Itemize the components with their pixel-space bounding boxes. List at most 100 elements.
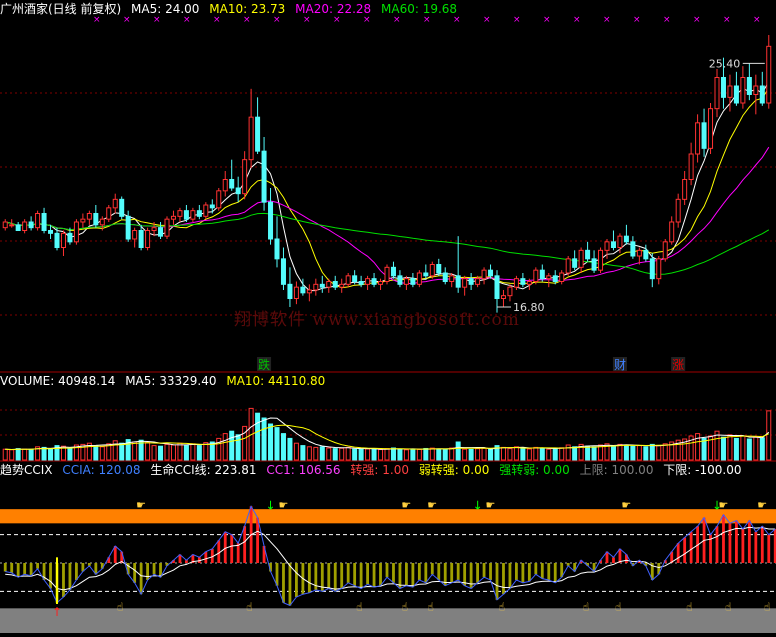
price-header: 广州酒家(日线 前复权) MA5: 24.00 MA10: 23.73 MA20… (0, 1, 463, 17)
volume-bar (22, 448, 28, 461)
volume-bar (533, 446, 539, 461)
signal-x-marker: × (573, 15, 581, 25)
volume-bar (468, 448, 474, 461)
event-marker-label: 财 (614, 358, 626, 372)
hand-signal-icon: ☝ (356, 601, 363, 614)
volume-bar (636, 445, 642, 461)
candle-body (733, 85, 739, 104)
volume-bar (319, 446, 325, 461)
candle-body (714, 77, 720, 110)
hand-signal-icon: ☛ (427, 499, 437, 512)
volume-bar (352, 448, 358, 461)
volume-bar (591, 446, 597, 461)
signal-x-marker: × (663, 15, 671, 25)
candle-body (255, 116, 261, 152)
candle-body (455, 275, 461, 288)
event-marker-label: 涨 (672, 357, 684, 372)
candle-body (746, 77, 752, 95)
candle-body (610, 241, 616, 248)
signal-x-marker: × (633, 15, 641, 25)
life-cci-readout: 生命CCI线: 223.81 (150, 463, 257, 477)
volume-bar (67, 448, 73, 461)
volume-bar (617, 443, 623, 461)
signal-x-marker: × (753, 15, 761, 25)
candle-body (727, 85, 733, 98)
stock-title: 广州酒家(日线 前复权) (0, 2, 122, 16)
candle-body (300, 286, 306, 294)
candle-body (656, 258, 662, 280)
volume-bar (300, 445, 306, 461)
volume-bar (442, 449, 448, 461)
candle-body (468, 278, 474, 285)
candle-body (591, 258, 597, 271)
volume-bar (397, 448, 403, 461)
candle-body (669, 221, 675, 243)
volume-bar (662, 443, 668, 461)
candle-body (429, 264, 435, 277)
upper-limit-readout: 上限: 100.00 (579, 463, 654, 477)
candle-body (688, 153, 694, 180)
volume-bar (546, 448, 552, 461)
volume-bar (759, 437, 765, 461)
candle-body (67, 232, 73, 243)
candle-body (306, 289, 312, 294)
hand-signal-icon: ☝ (764, 601, 771, 614)
candle-body (73, 221, 79, 243)
candle-body (617, 235, 623, 249)
hand-signal-icon: ☝ (401, 601, 408, 614)
candle-body (384, 266, 390, 283)
candle-body (48, 230, 54, 234)
down-arrow-icon: ↓ (712, 499, 722, 513)
volume-bar (630, 445, 636, 461)
candle-body (293, 286, 299, 299)
hand-signal-icon: ☛ (486, 499, 496, 512)
volume-bar (746, 438, 752, 461)
volume-bar (526, 448, 532, 461)
up-arrow-icon: ↑ (52, 605, 62, 619)
candle-body (145, 230, 151, 248)
volume-bar (365, 448, 371, 461)
ccia-readout: CCIA: 120.08 (62, 463, 141, 477)
candle-body (507, 286, 513, 297)
candle-body (132, 230, 138, 240)
candle-body (190, 210, 196, 220)
candle-body (572, 258, 578, 268)
candle-body (585, 249, 591, 260)
volume-bar (177, 442, 183, 461)
candle-body (649, 258, 655, 280)
hand-signal-icon: ☛ (401, 499, 411, 512)
candle-body (378, 281, 384, 285)
volume-bar (753, 436, 759, 461)
volume-bar (649, 443, 655, 461)
volume-bar (436, 448, 442, 461)
candle-body (196, 210, 202, 217)
volume-bar (559, 447, 565, 461)
volume-bar (390, 447, 396, 461)
signal-x-marker: × (543, 15, 551, 25)
candle-body (578, 249, 584, 268)
volume-bar (41, 446, 47, 461)
volume-bar (585, 445, 591, 461)
candle-body (248, 116, 254, 161)
signal-x-marker: × (483, 15, 491, 25)
candle-body (436, 264, 442, 274)
signal-x-marker: × (693, 15, 701, 25)
candle-body (488, 269, 494, 277)
candle-body (9, 224, 15, 227)
volume-bar (332, 448, 338, 461)
candle-body (604, 241, 610, 251)
signal-x-marker: × (513, 15, 521, 25)
volume-bar (623, 444, 629, 461)
volume-bar (15, 448, 21, 461)
volume-bar (229, 430, 235, 461)
candle-body (106, 207, 112, 220)
lower-limit-readout: 下限: -100.00 (663, 463, 742, 477)
ma5-readout: MA5: 24.00 (131, 2, 200, 16)
candle-body (358, 281, 364, 285)
candle-body (546, 275, 552, 280)
candle-body (636, 249, 642, 257)
volume-ma10-readout: MA10: 44110.80 (226, 374, 326, 388)
overbought-band (0, 509, 776, 524)
volume-bar (235, 434, 241, 461)
hand-signal-icon: ☛ (621, 499, 631, 512)
